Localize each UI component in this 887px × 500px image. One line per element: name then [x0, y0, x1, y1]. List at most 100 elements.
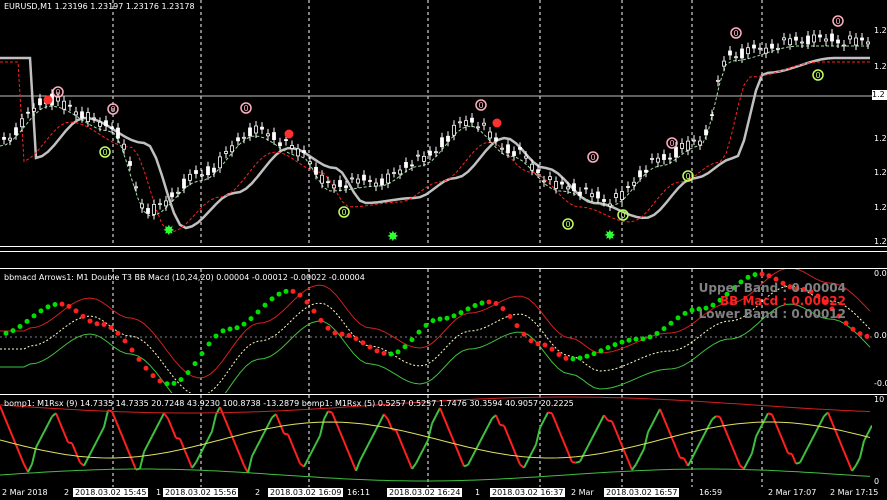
rsx-segment [231, 435, 237, 447]
candle-body [488, 131, 492, 139]
candle-body [200, 174, 204, 177]
rsx-segment [691, 449, 697, 459]
candle-body [20, 118, 24, 128]
bb-macd-label: BB Macd : 0.00022 [719, 294, 846, 308]
price-chart[interactable]: ✸ ✸ ✸ 0 0 0 0 0 0 0 0 0 0 0 0 0 0 [0, 0, 872, 246]
candle-body [638, 170, 642, 178]
candle-body [770, 43, 774, 49]
candle-body [14, 127, 18, 136]
time-label: 2 Mar 2018 [2, 488, 48, 497]
candle-body [662, 154, 666, 160]
macd-dot [584, 353, 590, 359]
rsx-segment [315, 435, 321, 445]
candle-body [548, 176, 552, 181]
macd-dot [178, 377, 184, 383]
rsx-segment [763, 412, 769, 422]
rsx-segment [267, 417, 273, 426]
macd-dot [234, 325, 240, 331]
rsx-segment [607, 419, 613, 423]
candle-body [284, 139, 288, 141]
rsx-segment [227, 426, 233, 437]
rsx-segment [55, 412, 61, 424]
main-chart-pane[interactable]: ✸ ✸ ✸ 0 0 0 0 0 0 0 0 0 0 0 0 0 0 EURUSD,M1 1.23196 1.23… [0, 0, 872, 246]
candle-body [356, 178, 360, 184]
macd-dot [213, 333, 219, 339]
signal-label: 0 [670, 139, 675, 148]
candle-body [278, 142, 282, 147]
rsx-segment [791, 453, 797, 465]
candle-body [176, 191, 180, 194]
rsx-segment [599, 414, 605, 424]
rsx-segment [455, 446, 461, 458]
rsx-segment [335, 421, 341, 433]
rsx-segment [711, 415, 717, 421]
macd-dot [325, 325, 331, 331]
rsx-segment [507, 434, 513, 446]
macd-tick: 0.0 [874, 269, 887, 278]
pane-separator[interactable] [0, 246, 887, 247]
rsx-segment [847, 460, 853, 472]
macd-dot [276, 291, 282, 297]
candle-body [812, 34, 816, 43]
candle-body [242, 136, 246, 139]
candle-body [752, 44, 756, 49]
pane-separator[interactable] [0, 251, 887, 252]
rsx-segment [411, 462, 417, 470]
rsx-segment [855, 457, 861, 466]
signal-label: 0 [479, 101, 484, 110]
rsx-segment [683, 457, 689, 467]
rsx-segment [579, 453, 585, 463]
rsx-segment [675, 447, 681, 459]
candle-body [320, 174, 324, 184]
macd-dot [626, 337, 632, 343]
rsx-segment [783, 443, 789, 454]
rsx-segment [647, 423, 653, 433]
signal-label: 0 [621, 211, 626, 220]
rsx-segment [699, 434, 705, 444]
candle-body [836, 39, 840, 44]
rsx-segment [163, 412, 169, 420]
macd-indicator-pane[interactable]: bbmacd Arrows1: M1 Double T3 BB Macd (10… [0, 269, 872, 393]
rsx-segment [719, 416, 725, 428]
macd-dot [31, 313, 37, 319]
rsx-segment [551, 412, 557, 424]
rsx-segment [327, 410, 333, 414]
time-label: 2 Mar 17:07 [768, 488, 817, 497]
macd-dot [52, 302, 58, 308]
macd-dot [472, 303, 478, 309]
candle-body [182, 178, 186, 189]
macd-dot [479, 300, 485, 306]
macd-dot [556, 352, 562, 358]
macd-dot [220, 328, 226, 334]
macd-dot [451, 313, 457, 319]
macd-dot [297, 292, 303, 298]
rsx-title: bomp1: M1Rsx (9) 14.7335 14.7335 20.7248… [4, 399, 574, 408]
macd-scale[interactable]: 0.0 0.0 -0.0 [872, 269, 887, 393]
candle-body [758, 47, 762, 50]
rsx-chart[interactable] [0, 395, 872, 487]
rsx-segment [319, 418, 325, 437]
rsx-segment [831, 421, 837, 433]
time-axis[interactable]: 2 Mar 2018 2 2018.03.02 15:45 1 2018.03.… [0, 487, 887, 500]
rsx-segment [615, 430, 621, 442]
price-scale[interactable]: 1.2 1.2 1.2 1.2 1.2 1.2 1.2 [872, 0, 887, 246]
candle-body [38, 98, 42, 106]
candle-body [716, 79, 720, 82]
macd-dot [136, 356, 142, 362]
rsx-segment [563, 442, 569, 453]
candle-body [542, 180, 546, 183]
rsx-indicator-pane[interactable]: bomp1: M1Rsx (9) 14.7335 14.7335 20.7248… [0, 395, 872, 487]
macd-dot [416, 329, 422, 335]
candle-body [500, 147, 504, 150]
macd-dot [143, 365, 149, 371]
rsx-segment [495, 414, 501, 426]
macd-dot [367, 344, 373, 350]
rsx-segment [23, 463, 29, 473]
macd-dot [759, 271, 765, 277]
time-label: 16:11 [347, 488, 371, 497]
macd-dot [38, 308, 44, 314]
macd-dot [80, 313, 86, 319]
rsx-scale[interactable]: 10 0 [872, 395, 887, 487]
candle-body [428, 150, 432, 156]
rsx-segment [187, 457, 193, 469]
